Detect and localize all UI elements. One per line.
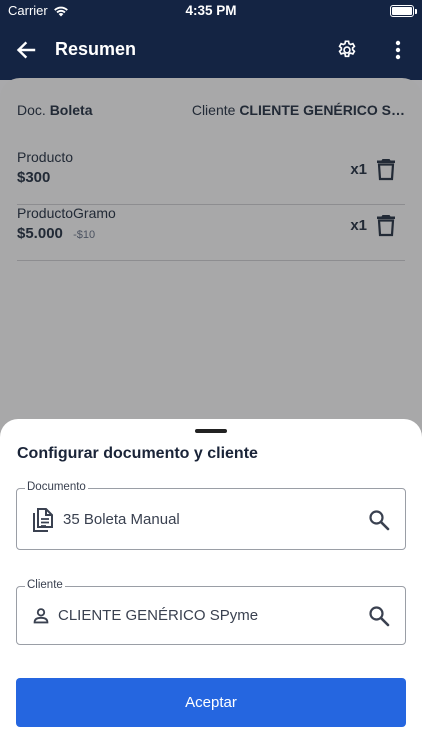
battery-fill xyxy=(392,7,412,15)
document-summary: Doc. Boleta xyxy=(17,102,92,118)
status-time: 4:35 PM xyxy=(185,3,237,18)
trash-icon[interactable] xyxy=(375,213,397,237)
product-row[interactable]: ProductoGramo $5.000 -$10 x1 xyxy=(17,205,405,261)
back-button[interactable] xyxy=(12,36,40,64)
client-field-value: CLIENTE GENÉRICO SPyme xyxy=(58,607,259,624)
settings-button[interactable] xyxy=(334,37,360,63)
search-icon[interactable] xyxy=(367,508,391,532)
client-field-label: Cliente xyxy=(25,579,65,591)
more-vertical-icon xyxy=(395,40,401,60)
client-value: CLIENTE GENÉRICO S… xyxy=(239,102,405,118)
document-field-value: 35 Boleta Manual xyxy=(63,511,180,528)
product-discount: -$10 xyxy=(73,229,96,241)
sheet-title: Configurar documento y cliente xyxy=(17,445,258,462)
arrow-left-icon xyxy=(16,41,36,59)
client-field[interactable]: Cliente CLIENTE GENÉRICO SPyme xyxy=(16,579,406,645)
product-name: ProductoGramo xyxy=(17,205,116,221)
battery-icon xyxy=(390,5,417,17)
configure-sheet: Configurar documento y cliente Documento… xyxy=(0,419,422,750)
page-title: Resumen xyxy=(55,39,137,59)
gear-icon xyxy=(338,40,356,58)
product-quantity: x1 xyxy=(350,161,367,178)
person-icon xyxy=(28,602,54,630)
document-icon xyxy=(30,506,56,534)
sheet-drag-handle[interactable] xyxy=(195,429,227,433)
doc-label: Doc. xyxy=(17,102,46,118)
product-price: $300 xyxy=(17,169,51,186)
product-name: Producto xyxy=(17,149,74,165)
document-client-summary: Doc. Boleta Cliente CLIENTE GENÉRICO S… xyxy=(17,102,405,120)
product-quantity: x1 xyxy=(350,217,367,234)
doc-value: Boleta xyxy=(49,102,93,118)
product-price: $5.000 xyxy=(17,225,63,242)
app-bar: Resumen xyxy=(0,30,422,70)
search-icon[interactable] xyxy=(367,604,391,628)
document-field-label: Documento xyxy=(25,481,88,493)
client-summary: Cliente CLIENTE GENÉRICO S… xyxy=(192,102,405,118)
more-options-button[interactable] xyxy=(388,37,408,63)
app-header: Carrier 4:35 PM Resumen xyxy=(0,0,422,80)
accept-button[interactable]: Aceptar xyxy=(16,678,406,727)
product-row[interactable]: Producto $300 x1 xyxy=(17,149,405,205)
client-label: Cliente xyxy=(191,102,236,118)
status-bar: Carrier 4:35 PM xyxy=(0,0,422,22)
trash-icon[interactable] xyxy=(375,157,397,181)
document-field[interactable]: Documento 35 Boleta Manual xyxy=(16,481,406,550)
